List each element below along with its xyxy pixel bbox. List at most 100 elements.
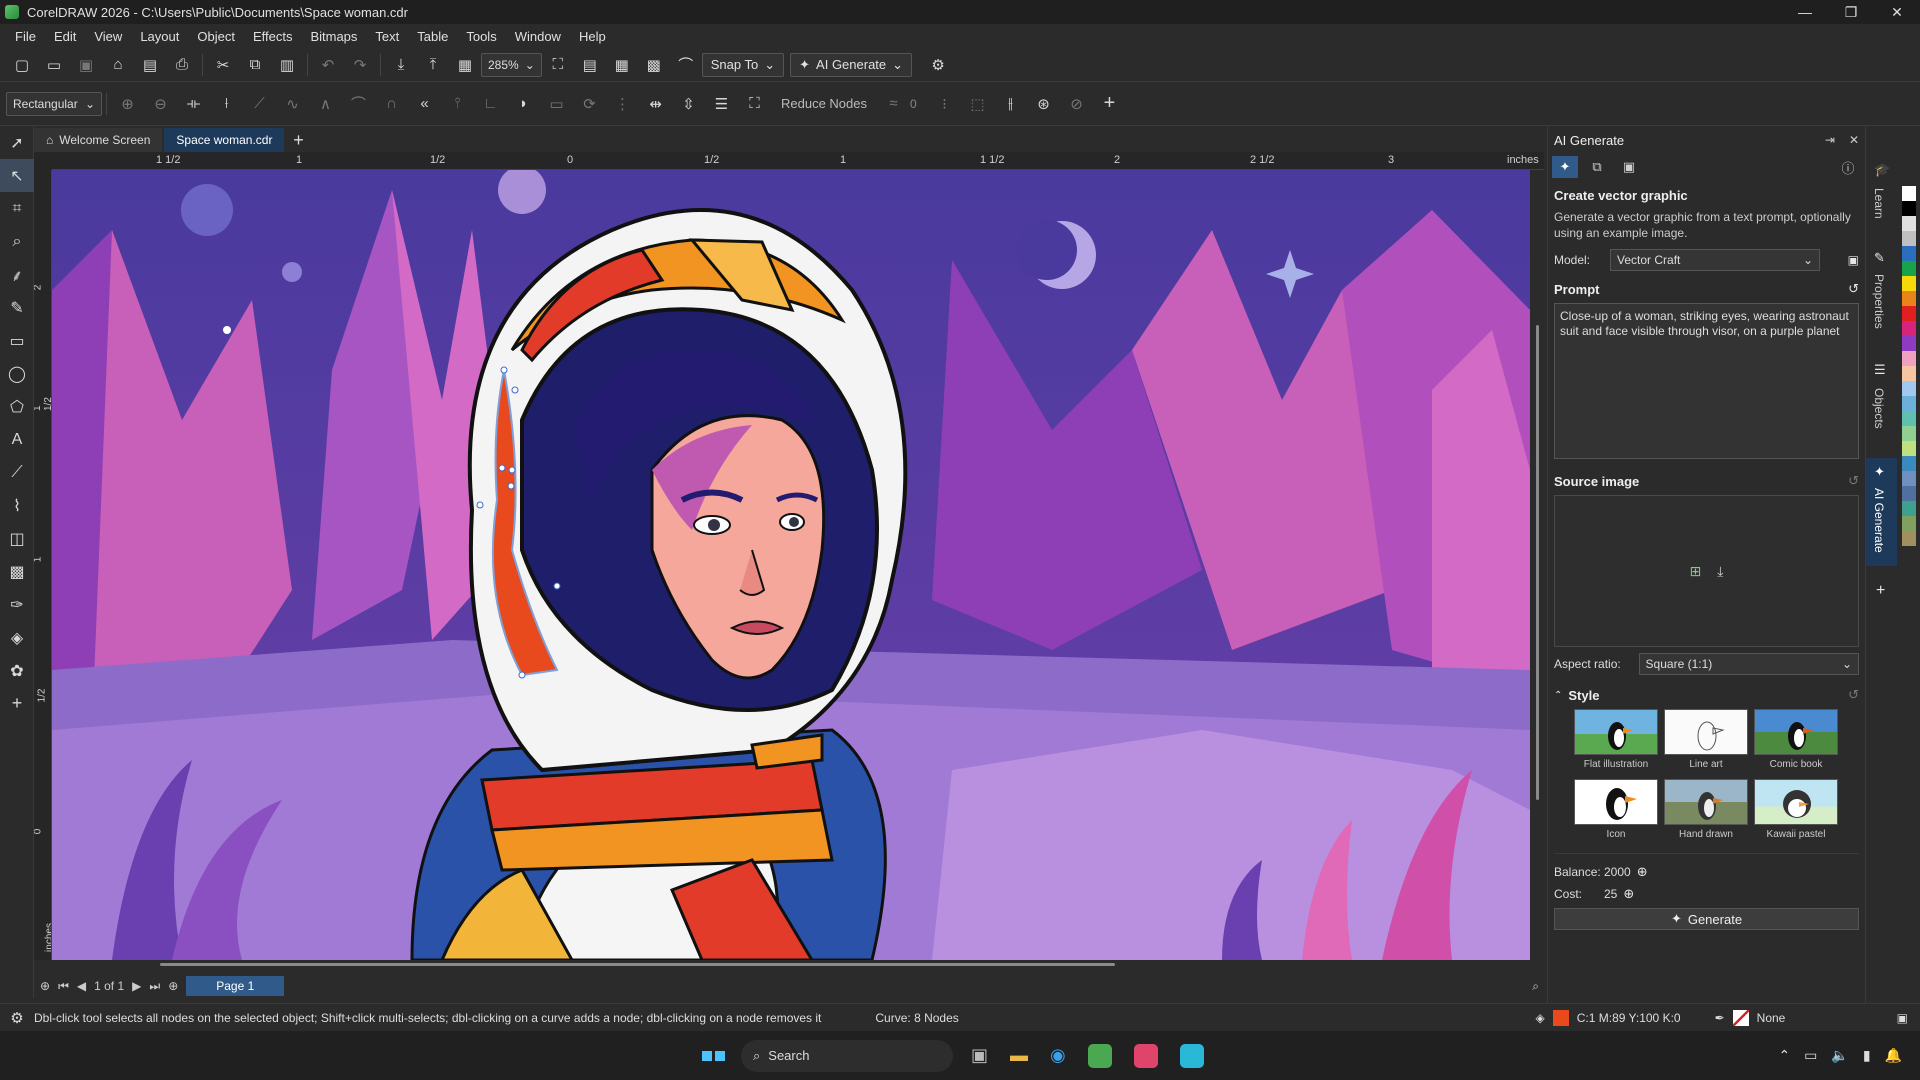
docker-tab-properties[interactable]: Properties xyxy=(1872,274,1886,329)
break-curve-icon[interactable]: ⟊ xyxy=(210,90,243,118)
palette-swatch[interactable] xyxy=(1902,396,1916,411)
extend-curve-icon[interactable]: ⫯ xyxy=(441,90,474,118)
minimize-button[interactable]: — xyxy=(1782,0,1828,24)
ellipse-tool-icon[interactable]: ◯ xyxy=(0,357,34,390)
import-image-icon[interactable]: ⤓ xyxy=(1717,563,1723,580)
edge-browser-icon[interactable]: ◉ xyxy=(1050,1045,1066,1066)
drawing-canvas[interactable] xyxy=(52,170,1530,960)
menu-bitmaps[interactable]: Bitmaps xyxy=(301,29,366,44)
vertical-scrollbar[interactable] xyxy=(1530,170,1544,960)
menu-layout[interactable]: Layout xyxy=(131,29,188,44)
palette-swatch[interactable] xyxy=(1902,336,1916,351)
new-tab-button[interactable]: + xyxy=(286,128,310,152)
close-curve-icon[interactable]: ◗ xyxy=(507,90,540,118)
node-tracking-icon[interactable]: ⊛ xyxy=(1027,90,1060,118)
palette-swatch[interactable] xyxy=(1902,411,1916,426)
page-tab[interactable]: Page 1 xyxy=(186,976,285,996)
zoom-navigator-icon[interactable]: ⌕ xyxy=(1532,979,1539,994)
learn-icon[interactable]: 🎓 xyxy=(1874,162,1890,178)
zoom-level-combo[interactable]: 285% ⌄ xyxy=(481,52,542,77)
reset-source-icon[interactable]: ↺ xyxy=(1848,473,1859,489)
last-page-icon[interactable]: ⏭ xyxy=(149,979,160,994)
pick-tool-icon[interactable]: ➚ xyxy=(0,126,34,159)
import-icon[interactable]: ⤓ xyxy=(385,51,417,79)
menu-object[interactable]: Object xyxy=(188,29,244,44)
fill-color-chip[interactable] xyxy=(1552,1009,1569,1026)
palette-swatch[interactable] xyxy=(1902,246,1916,261)
menu-edit[interactable]: Edit xyxy=(45,29,85,44)
close-button[interactable]: ✕ xyxy=(1874,0,1920,24)
volume-icon[interactable]: 🔈 xyxy=(1831,1047,1848,1064)
add-page-before-icon[interactable]: ⊕ xyxy=(40,979,50,993)
add-node-icon[interactable]: ⊕ xyxy=(111,90,144,118)
menu-text[interactable]: Text xyxy=(366,29,408,44)
rectangle-tool-icon[interactable]: ▭ xyxy=(0,324,34,357)
smoothness-slider-icon[interactable]: ⁝ xyxy=(928,90,961,118)
palette-swatch[interactable] xyxy=(1902,471,1916,486)
file-explorer-icon[interactable]: ▬ xyxy=(1010,1045,1028,1066)
palette-swatch[interactable] xyxy=(1902,441,1916,456)
battery-icon[interactable]: ▮ xyxy=(1863,1047,1871,1064)
palette-swatch[interactable] xyxy=(1902,516,1916,531)
style-kawaii-pastel[interactable]: Kawaii pastel xyxy=(1754,779,1838,843)
drop-shadow-tool-icon[interactable]: ◫ xyxy=(0,522,34,555)
parallel-dimension-tool-icon[interactable]: ⟋ xyxy=(0,456,34,489)
outline-color-chip[interactable] xyxy=(1732,1009,1749,1026)
tab-space-woman[interactable]: Space woman.cdr xyxy=(164,128,285,152)
crop-tool-icon[interactable]: ⌗ xyxy=(0,192,34,225)
open-folder-icon[interactable]: ⌂ xyxy=(102,51,134,79)
corel-font-manager-icon[interactable] xyxy=(1179,1043,1204,1068)
source-image-dropzone[interactable]: ⊞ ⤓ xyxy=(1554,495,1859,647)
add-docker-icon[interactable]: + xyxy=(1876,582,1885,600)
style-icon[interactable]: Icon xyxy=(1574,779,1658,843)
palette-swatch[interactable] xyxy=(1902,321,1916,336)
polygon-tool-icon[interactable]: ⬠ xyxy=(0,390,34,423)
zoom-to-page-icon[interactable]: ⛶ xyxy=(542,51,574,79)
palette-swatch[interactable] xyxy=(1902,531,1916,546)
full-screen-preview-icon[interactable]: ▤ xyxy=(574,51,606,79)
docker-tab-learn[interactable]: Learn xyxy=(1872,188,1886,219)
model-select[interactable]: Vector Craft ⌄ xyxy=(1610,249,1820,271)
reset-prompt-icon[interactable]: ↺ xyxy=(1848,281,1859,297)
corel-photo-paint-icon[interactable] xyxy=(1133,1043,1158,1068)
show-guidelines-icon[interactable]: ▩ xyxy=(638,51,670,79)
menu-window[interactable]: Window xyxy=(506,29,570,44)
shape-tool-icon[interactable]: ↖ xyxy=(0,159,34,192)
new-document-icon[interactable]: ▢ xyxy=(6,51,38,79)
add-tool-icon[interactable]: + xyxy=(1093,90,1126,118)
add-tools-icon[interactable]: + xyxy=(0,687,34,720)
zoom-tool-icon[interactable]: ⌕ xyxy=(0,225,34,258)
delete-node-icon[interactable]: ⊖ xyxy=(144,90,177,118)
text-tool-icon[interactable]: A xyxy=(0,423,34,456)
rotate-nodes-icon[interactable]: ⟳ xyxy=(573,90,606,118)
palette-swatch[interactable] xyxy=(1902,231,1916,246)
smart-fill-tool-icon[interactable]: ✿ xyxy=(0,654,34,687)
reset-style-icon[interactable]: ↺ xyxy=(1848,687,1859,703)
menu-table[interactable]: Table xyxy=(408,29,457,44)
maximize-button[interactable]: ❐ xyxy=(1828,0,1874,24)
paste-icon[interactable]: ▥ xyxy=(271,51,303,79)
palette-swatch[interactable] xyxy=(1902,501,1916,516)
select-image-icon[interactable]: ⊞ xyxy=(1690,563,1702,580)
generate-button[interactable]: ✦ Generate xyxy=(1554,908,1859,930)
show-hidden-icons-icon[interactable]: ⌃ xyxy=(1778,1047,1790,1064)
objects-icon[interactable]: ☰ xyxy=(1874,362,1886,378)
reduce-nodes-button[interactable]: Reduce Nodes xyxy=(781,96,867,111)
ai-generate-dropdown[interactable]: ✦ AI Generate ⌄ xyxy=(790,52,913,77)
palette-swatch[interactable] xyxy=(1902,276,1916,291)
align-nodes-icon[interactable]: ⋮ xyxy=(606,90,639,118)
print-icon[interactable]: ⎙ xyxy=(166,51,198,79)
previous-page-icon[interactable]: ◀ xyxy=(77,979,86,993)
redo-icon[interactable]: ↷ xyxy=(344,51,376,79)
interactive-fill-tool-icon[interactable]: ◈ xyxy=(0,621,34,654)
style-comic-book[interactable]: Comic book xyxy=(1754,709,1838,773)
palette-swatch[interactable] xyxy=(1902,351,1916,366)
pin-panel-icon[interactable]: ⇥ xyxy=(1825,133,1835,147)
network-icon[interactable]: ▭ xyxy=(1804,1047,1817,1064)
menu-help[interactable]: Help xyxy=(570,29,615,44)
open-icon[interactable]: ▭ xyxy=(38,51,70,79)
snap-icon[interactable]: ⌒ xyxy=(670,51,702,79)
aspect-ratio-select[interactable]: Square (1:1) ⌄ xyxy=(1638,653,1859,675)
options-gear-icon[interactable]: ⚙ xyxy=(922,51,954,79)
ruler-origin[interactable] xyxy=(34,152,52,170)
